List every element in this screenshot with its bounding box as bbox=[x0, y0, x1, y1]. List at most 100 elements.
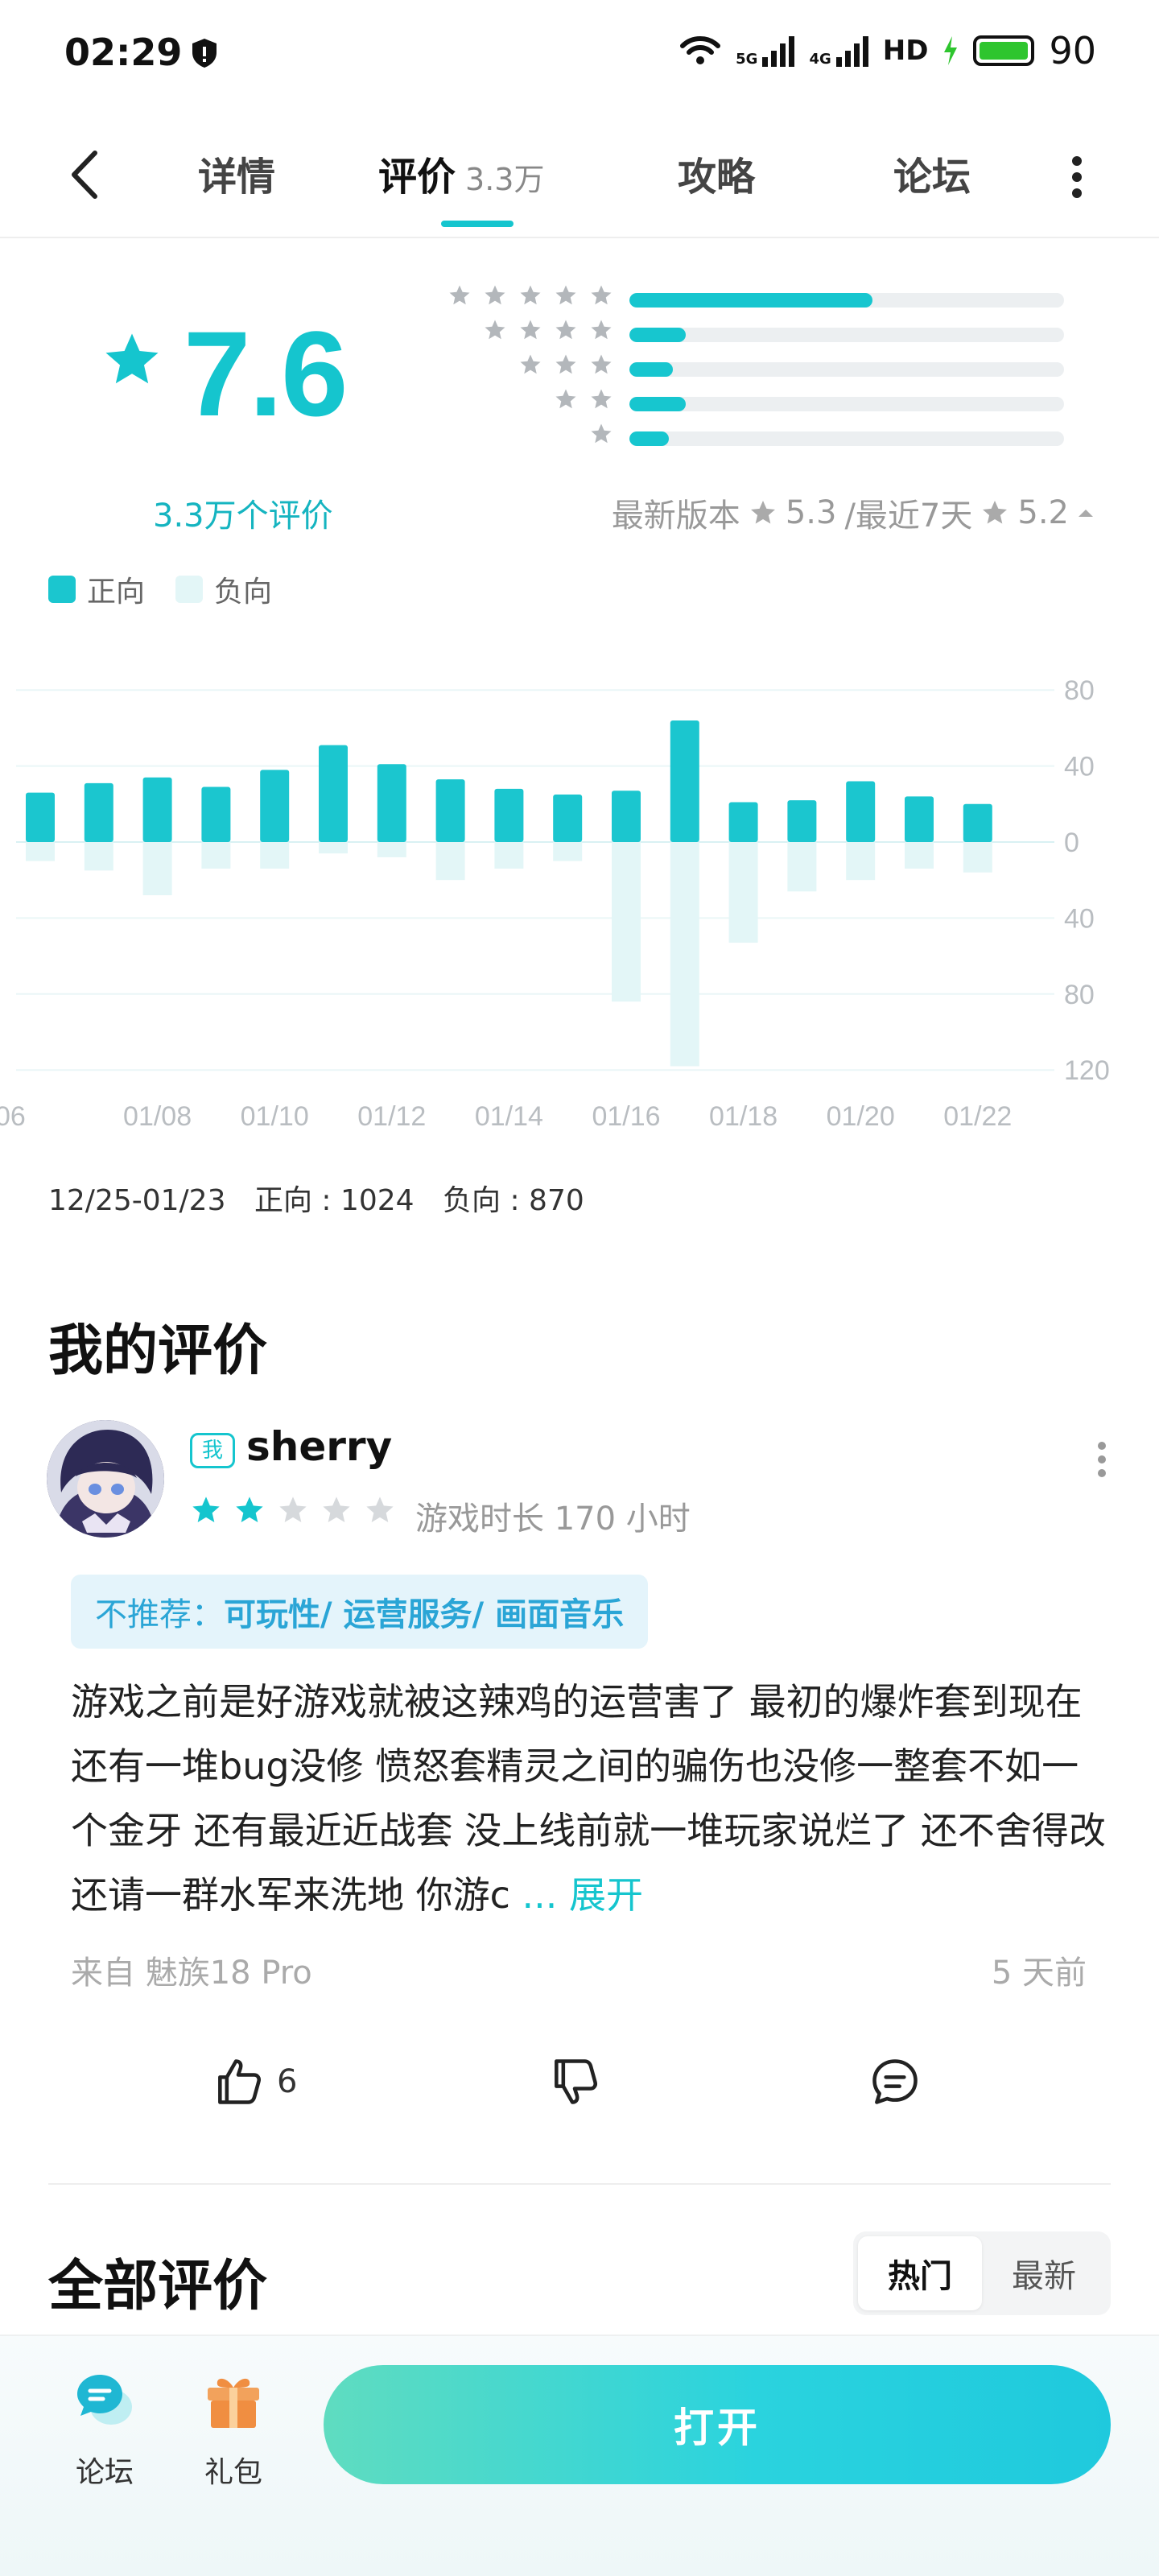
star-icon bbox=[105, 333, 159, 384]
review-text[interactable]: 游戏之前是好游戏就被这辣鸡的运营害了 最初的爆炸套到现在还有一堆bug没修 愤怒… bbox=[71, 1670, 1109, 1927]
distribution-row-1 bbox=[422, 422, 1066, 456]
star-icon bbox=[520, 354, 541, 374]
more-icon[interactable] bbox=[1070, 155, 1083, 200]
tab-forum[interactable]: 论坛 bbox=[893, 145, 971, 201]
bar-negative bbox=[553, 842, 583, 861]
distribution-row-4 bbox=[422, 318, 1066, 353]
x-tick-label: 01/16 bbox=[592, 1101, 660, 1132]
forum-icon[interactable] bbox=[74, 2370, 135, 2431]
bar-negative bbox=[728, 842, 758, 943]
distribution-stars bbox=[483, 318, 613, 342]
distribution-stars bbox=[589, 422, 613, 446]
back-icon[interactable] bbox=[63, 147, 111, 203]
star-icon bbox=[555, 354, 576, 374]
signal-5g-icon: 5G bbox=[736, 35, 795, 67]
version-rating[interactable]: 最新版本 5.3 /最近7天 5.2 bbox=[612, 489, 1095, 536]
hd-indicator: HD bbox=[882, 35, 929, 67]
latest-version-label: 最新版本 bbox=[611, 497, 740, 535]
sort-toggle: 热门 最新 bbox=[853, 2231, 1111, 2315]
star-icon bbox=[983, 501, 1008, 524]
bar-positive bbox=[787, 800, 817, 842]
star-icon bbox=[591, 389, 612, 409]
legend-negative-swatch bbox=[175, 576, 204, 603]
chart-summary: 12/25-01/23 正向 : 1024 负向 : 870 bbox=[48, 1177, 604, 1219]
x-tick-label: 01/18 bbox=[709, 1101, 777, 1132]
comment-icon bbox=[872, 2059, 918, 2104]
star-icon bbox=[449, 285, 470, 305]
like-count: 6 bbox=[277, 2063, 298, 2100]
bar-positive bbox=[142, 777, 172, 842]
gift-label[interactable]: 礼包 bbox=[204, 2449, 262, 2491]
distribution-row-2 bbox=[422, 387, 1066, 422]
star-icon bbox=[555, 320, 576, 340]
bar-positive bbox=[84, 782, 113, 842]
tab-guides[interactable]: 攻略 bbox=[678, 145, 755, 201]
sort-hot[interactable]: 热门 bbox=[858, 2236, 982, 2310]
star-icon bbox=[520, 285, 541, 305]
chart-legend: 正向 负向 bbox=[48, 568, 272, 610]
all-reviews-title: 全部评价 bbox=[48, 2255, 268, 2318]
open-button[interactable]: 打开 bbox=[324, 2365, 1111, 2484]
y-tick-label: 120 bbox=[1064, 1055, 1110, 1086]
x-tick-label: 01/14 bbox=[475, 1101, 543, 1132]
tab-details[interactable]: 详情 bbox=[198, 145, 275, 201]
bottom-bar: 论坛 礼包 打开 bbox=[0, 2334, 1159, 2576]
battery-icon bbox=[973, 35, 1035, 66]
chart-date-range: 12/25-01/23 bbox=[48, 1184, 226, 1217]
avatar[interactable] bbox=[47, 1420, 164, 1538]
tab-reviews[interactable]: 评价 3.3万 bbox=[378, 145, 544, 201]
distribution-bar bbox=[629, 328, 1064, 342]
wifi-icon bbox=[680, 36, 721, 64]
not-recommend-label: 不推荐： bbox=[95, 1596, 224, 1633]
x-tick-label: 01/22 bbox=[943, 1101, 1012, 1132]
review-actions: 6 bbox=[0, 2054, 1159, 2127]
y-tick-label: 40 bbox=[1064, 903, 1095, 934]
not-recommend-values: 可玩性/ 运营服务/ 画面音乐 bbox=[224, 1596, 625, 1633]
signal-4g-icon: 4G bbox=[809, 35, 868, 67]
top-nav: 详情 评价 3.3万 攻略 论坛 bbox=[0, 113, 1159, 238]
forum-label[interactable]: 论坛 bbox=[76, 2449, 134, 2491]
rating-count: 3.3万个评价 bbox=[153, 497, 333, 535]
distribution-bar bbox=[629, 362, 1064, 377]
not-recommend-tags: 不推荐： 可玩性/ 运营服务/ 画面音乐 bbox=[71, 1575, 649, 1649]
x-tick-label: 01/20 bbox=[827, 1101, 895, 1132]
legend-positive: 正向 bbox=[87, 576, 146, 609]
y-tick-label: 0 bbox=[1064, 828, 1079, 858]
bar-negative bbox=[142, 842, 172, 896]
bar-negative bbox=[905, 842, 934, 869]
bar-negative bbox=[201, 842, 231, 869]
star-icon bbox=[555, 389, 576, 409]
distribution-bar bbox=[629, 293, 1064, 308]
chart-negative-total: 负向 : 870 bbox=[443, 1184, 584, 1217]
charging-icon bbox=[944, 36, 958, 65]
review-more-icon[interactable] bbox=[1096, 1441, 1107, 1478]
rating-distribution bbox=[422, 283, 1066, 456]
status-time: 02:29 bbox=[64, 31, 183, 74]
sort-latest[interactable]: 最新 bbox=[982, 2236, 1106, 2310]
rating-summary: 7.6 3.3万个评价 最新版本 5.3 /最近7天 5.2 bbox=[0, 242, 1159, 564]
distribution-bar-fill bbox=[629, 362, 673, 377]
star-icon bbox=[555, 285, 576, 305]
comment-button[interactable] bbox=[868, 2054, 922, 2109]
y-tick-label: 80 bbox=[1064, 980, 1095, 1010]
caret-up-icon bbox=[1079, 510, 1093, 517]
bar-negative bbox=[963, 842, 992, 873]
like-button[interactable]: 6 bbox=[211, 2054, 297, 2109]
star-icon bbox=[485, 285, 505, 305]
y-tick-label: 80 bbox=[1064, 675, 1095, 706]
expand-link[interactable]: ... 展开 bbox=[522, 1873, 644, 1917]
bar-negative bbox=[319, 842, 348, 854]
bar-negative bbox=[26, 842, 55, 861]
active-tab-indicator bbox=[441, 221, 514, 227]
distribution-row-3 bbox=[422, 353, 1066, 387]
distribution-bar bbox=[629, 397, 1064, 411]
username[interactable]: sherry bbox=[246, 1423, 392, 1470]
gift-icon[interactable] bbox=[203, 2370, 264, 2431]
distribution-bar bbox=[629, 431, 1064, 446]
bar-positive bbox=[494, 788, 524, 842]
bar-positive bbox=[377, 764, 406, 842]
dislike-button[interactable] bbox=[547, 2054, 602, 2109]
thumbs-up-icon bbox=[218, 2059, 262, 2104]
me-badge: 我 bbox=[190, 1433, 235, 1468]
bar-negative bbox=[260, 842, 290, 869]
